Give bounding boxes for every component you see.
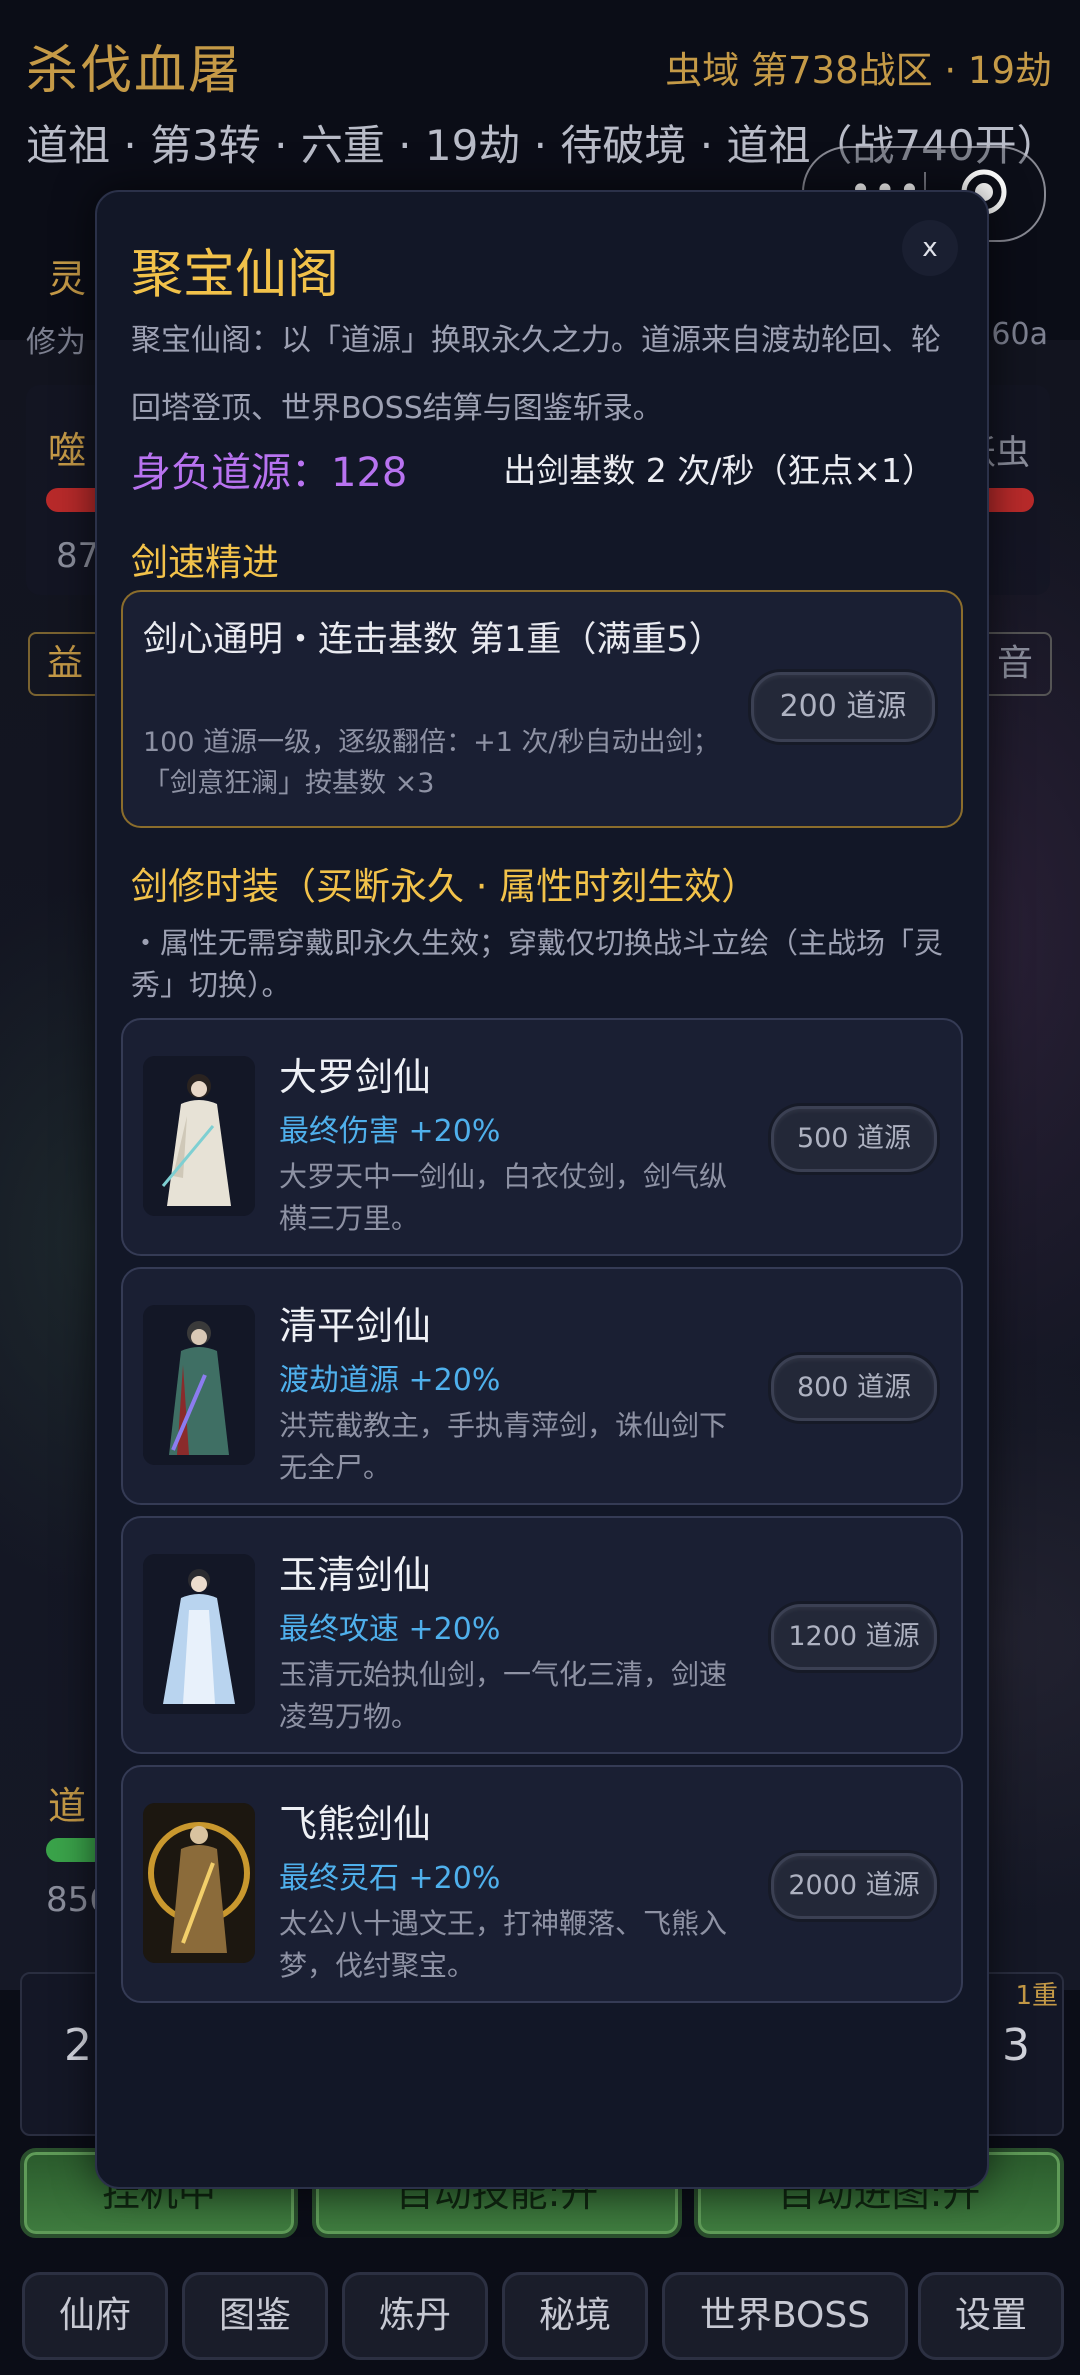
sound-chip[interactable]: 音	[978, 632, 1052, 696]
skin-description: 洪荒截教主，手执青萍剑，诛仙剑下无全尸。	[279, 1409, 728, 1484]
skin-description: 太公八十遇文王，打神鞭落、飞熊入梦，伐纣聚宝。	[279, 1907, 728, 1982]
upgrade-title: 剑心通明・连击基数 第1重（满重5）	[143, 620, 724, 660]
nav-world-boss[interactable]: 世界BOSS	[662, 2272, 908, 2360]
battle-title: 杀伐血屠	[26, 41, 243, 101]
skin-portrait-yuqing	[143, 1554, 255, 1714]
buff-chip[interactable]: 益	[28, 632, 102, 696]
nav-codex[interactable]: 图鉴	[182, 2272, 328, 2360]
skin-bonus: 渡劫道源 +20%	[279, 1363, 501, 1398]
skin-bonus: 最终灵石 +20%	[279, 1861, 501, 1896]
nav-secret-realm[interactable]: 秘境	[502, 2272, 648, 2360]
dao-source-balance: 身负道源：128	[131, 440, 407, 498]
skin-card: 大罗剑仙 最终伤害 +20% 大罗天中一剑仙，白衣仗剑，剑气纵横三万里。 500…	[121, 1018, 963, 1256]
skin-portrait-daluo	[143, 1056, 255, 1216]
dao-source-value: 128	[331, 450, 408, 496]
zone-label: 虫域 第738战区 · 19劫	[665, 49, 1052, 92]
skin-description: 大罗天中一剑仙，白衣仗剑，剑气纵横三万里。	[279, 1160, 728, 1235]
modal-description: 聚宝仙阁：以「道源」换取永久之力。道源来自渡劫轮回、轮回塔登顶、世界BOSS结算…	[131, 323, 941, 426]
sword-rate: 出剑基数 2 次/秒（狂点×1）	[503, 451, 935, 490]
skin-name: 大罗剑仙	[279, 1055, 432, 1099]
upgrade-description: 100 道源一级，逐级翻倍：+1 次/秒自动出剑；「剑意狂澜」按基数 ×3	[143, 727, 720, 799]
upgrade-card: 剑心通明・连击基数 第1重（满重5） 100 道源一级，逐级翻倍：+1 次/秒自…	[121, 590, 963, 828]
nav-alchemy[interactable]: 炼丹	[342, 2272, 488, 2360]
skin-portrait-qingping	[143, 1305, 255, 1465]
spirit-label: 灵	[48, 257, 87, 301]
monster-hp-value: 87	[56, 536, 100, 576]
section-sword-skins: 剑修时装（买断永久 · 属性时刻生效）	[131, 865, 759, 908]
skill-slot-right-level: 1重	[1015, 1981, 1058, 2011]
dao-source-label: 身负道源：	[131, 450, 331, 496]
skins-note: ・属性无需穿戴即永久生效；穿戴仅切换战斗立绘（主战场「灵秀」切换）。	[131, 926, 944, 1002]
cultivation-label: 修为	[26, 325, 86, 360]
nav-settings[interactable]: 设置	[918, 2272, 1064, 2360]
skin-buy-button[interactable]: 500 道源	[771, 1106, 937, 1172]
skin-buy-button[interactable]: 1200 道源	[771, 1604, 937, 1670]
skin-card: 玉清剑仙 最终攻速 +20% 玉清元始执仙剑，一气化三清，剑速凌驾万物。 120…	[121, 1516, 963, 1754]
dao-label: 道	[48, 1784, 87, 1828]
skin-card: 清平剑仙 渡劫道源 +20% 洪荒截教主，手执青萍剑，诛仙剑下无全尸。 800 …	[121, 1267, 963, 1505]
skin-name: 清平剑仙	[279, 1304, 432, 1348]
skill-slot-right-count: 3	[1002, 2020, 1030, 2071]
skin-buy-button[interactable]: 800 道源	[771, 1355, 937, 1421]
skin-buy-button[interactable]: 2000 道源	[771, 1853, 937, 1919]
skin-bonus: 最终攻速 +20%	[279, 1612, 501, 1647]
skin-name: 飞熊剑仙	[279, 1802, 432, 1846]
skin-bonus: 最终伤害 +20%	[279, 1114, 501, 1149]
skin-description: 玉清元始执仙剑，一气化三清，剑速凌驾万物。	[279, 1658, 728, 1733]
upgrade-buy-button[interactable]: 200 道源	[751, 672, 935, 742]
skin-name: 玉清剑仙	[279, 1553, 432, 1597]
treasure-pavilion-modal: x 聚宝仙阁 聚宝仙阁：以「道源」换取永久之力。道源来自渡劫轮回、轮回塔登顶、世…	[95, 190, 989, 2189]
skill-slot-left-count: 2	[64, 2020, 92, 2071]
close-button[interactable]: x	[902, 220, 958, 276]
skin-portrait-feixiong	[143, 1803, 255, 1963]
nav-immortal-mansion[interactable]: 仙府	[22, 2272, 168, 2360]
section-sword-speed: 剑速精进	[131, 541, 279, 584]
modal-title: 聚宝仙阁	[131, 245, 340, 305]
monster-name: 噬	[48, 429, 87, 473]
skin-card: 飞熊剑仙 最终灵石 +20% 太公八十遇文王，打神鞭落、飞熊入梦，伐纣聚宝。 2…	[121, 1765, 963, 2003]
